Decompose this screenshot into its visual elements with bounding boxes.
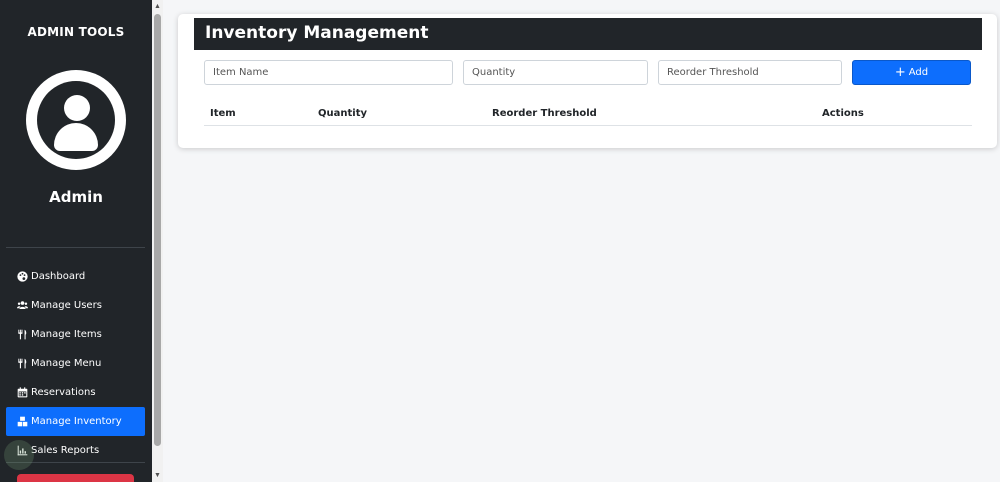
watermark-icon xyxy=(4,440,34,470)
scrollbar[interactable]: ▲ ▼ xyxy=(152,0,163,482)
quantity-input[interactable] xyxy=(463,60,648,85)
add-button-label: Add xyxy=(908,67,929,78)
sidebar-item-manage-inventory[interactable]: Manage Inventory xyxy=(6,407,145,436)
sidebar-item-label: Manage Users xyxy=(31,300,102,311)
sidebar-item-dashboard[interactable]: Dashboard xyxy=(6,262,145,291)
divider xyxy=(6,247,145,248)
sidebar-item-label: Reservations xyxy=(31,387,96,398)
column-header-item: Item xyxy=(210,108,236,119)
item-name-input[interactable] xyxy=(204,60,453,85)
sidebar-item-manage-users[interactable]: Manage Users xyxy=(6,291,145,320)
sidebar-nav: Dashboard Manage Users Manage Items Mana… xyxy=(6,262,145,465)
column-header-reorder-threshold: Reorder Threshold xyxy=(492,108,597,119)
calendar-icon xyxy=(16,387,28,399)
utensils-icon xyxy=(16,329,28,341)
scroll-up-icon[interactable]: ▲ xyxy=(153,2,162,11)
user-name: Admin xyxy=(49,188,103,206)
table-header: Item Quantity Reorder Threshold Actions xyxy=(204,100,972,126)
sidebar-item-label: Manage Inventory xyxy=(31,416,122,427)
logout-button[interactable] xyxy=(17,474,134,482)
users-icon xyxy=(16,300,28,312)
user-icon xyxy=(37,81,115,159)
sidebar-item-label: Manage Menu xyxy=(31,358,102,369)
page-title: Inventory Management xyxy=(205,23,429,43)
column-header-quantity: Quantity xyxy=(318,108,367,119)
sidebar: ADMIN TOOLS Admin Dashboard Manage Users… xyxy=(0,0,152,482)
sidebar-item-manage-items[interactable]: Manage Items xyxy=(6,320,145,349)
column-header-actions: Actions xyxy=(822,108,864,119)
utensils-icon xyxy=(16,358,28,370)
avatar xyxy=(26,70,126,170)
plus-icon: + xyxy=(894,65,906,80)
sidebar-item-label: Manage Items xyxy=(31,329,102,340)
palette-icon xyxy=(16,271,28,283)
inventory-card: Inventory Management + Add Item Quantity… xyxy=(178,14,997,148)
scrollbar-thumb[interactable] xyxy=(154,14,161,446)
brand-title: ADMIN TOOLS xyxy=(27,25,125,39)
card-header: Inventory Management xyxy=(194,18,982,50)
reorder-threshold-input[interactable] xyxy=(658,60,842,85)
sidebar-item-label: Dashboard xyxy=(31,271,86,282)
sidebar-item-reservations[interactable]: Reservations xyxy=(6,378,145,407)
add-button[interactable]: + Add xyxy=(852,60,971,85)
sidebar-item-manage-menu[interactable]: Manage Menu xyxy=(6,349,145,378)
scroll-down-icon[interactable]: ▼ xyxy=(153,471,162,480)
boxes-icon xyxy=(16,416,28,428)
sidebar-item-label: Sales Reports xyxy=(31,445,100,456)
